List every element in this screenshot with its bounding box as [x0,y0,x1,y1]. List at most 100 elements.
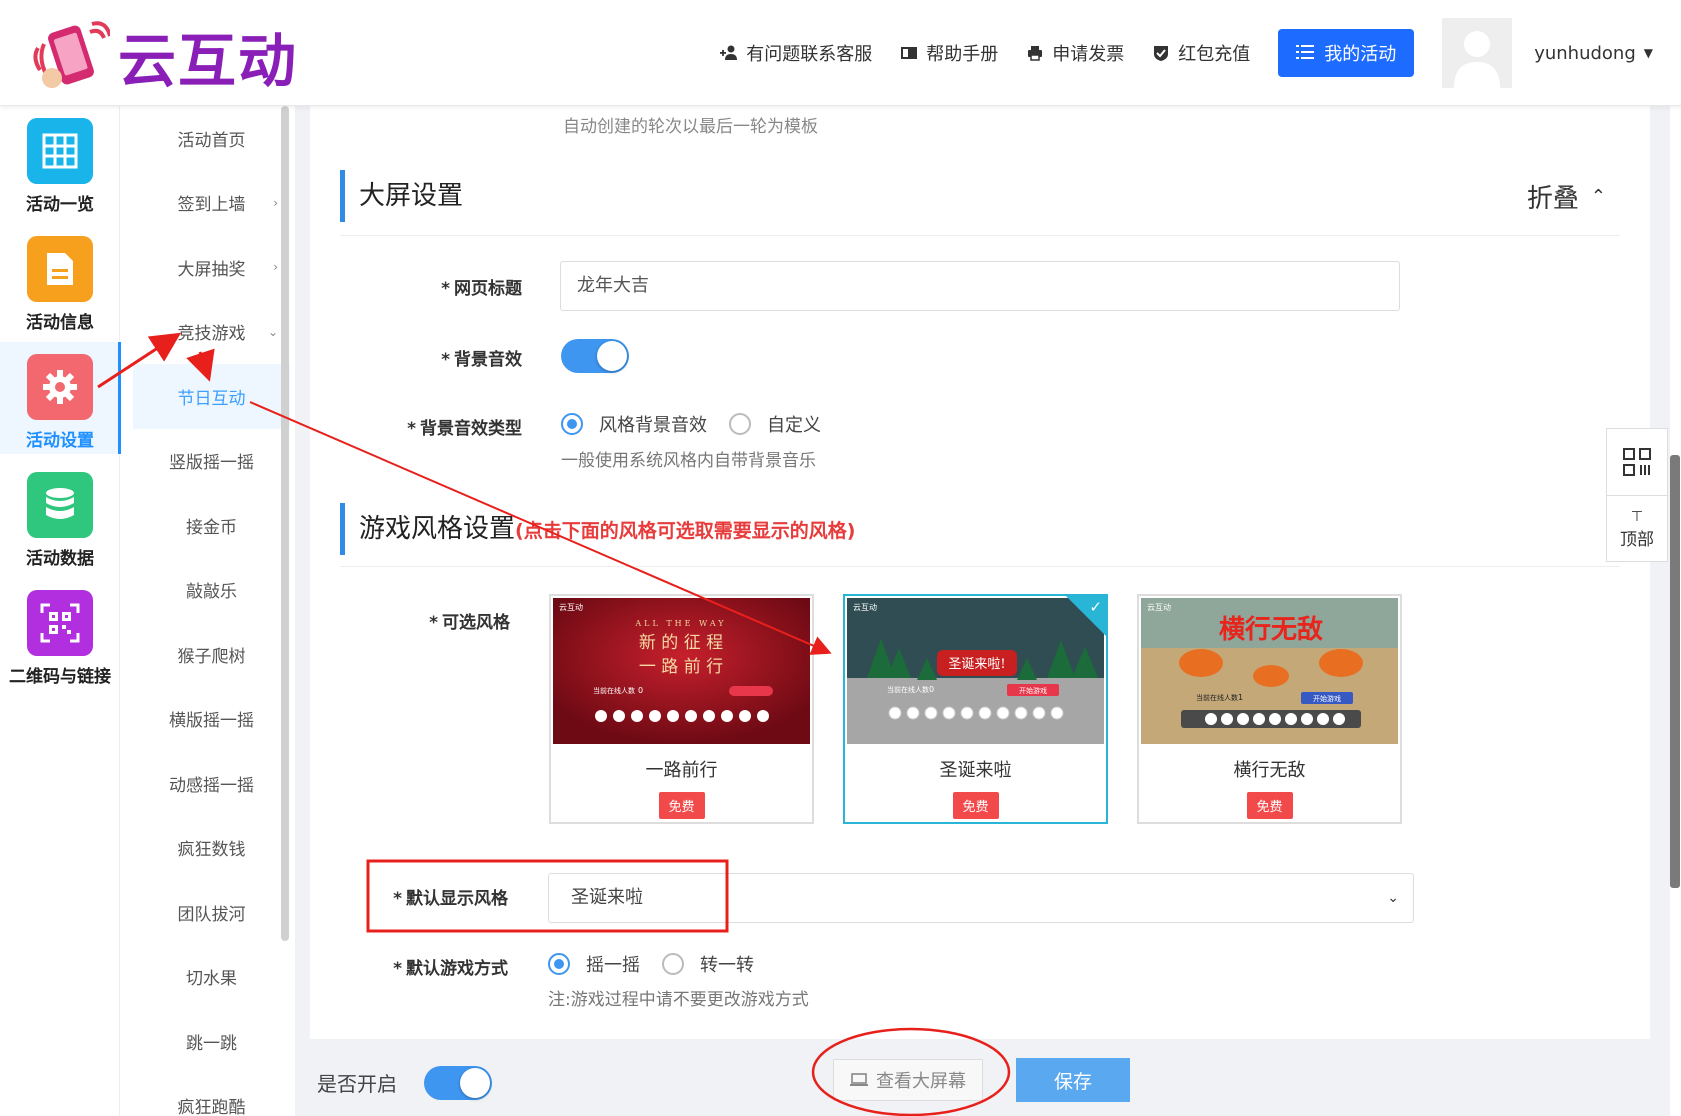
menu-label: 横版摇一摇 [169,711,254,732]
menu-item-games[interactable]: 竞技游戏 ⌄ [133,300,290,365]
menu-item-fruit[interactable]: 切水果 [133,945,290,1010]
menu-label: 竞技游戏 [177,324,246,345]
menu-label: 敲敲乐 [186,582,237,603]
sub-menu: 活动首页 签到上墙 › 大屏抽奖 › 竞技游戏 ⌄ 节日互动 竖版摇一摇 接金币 敲敲… [133,106,290,1116]
menu-label: 疯狂数钱 [177,840,246,861]
sidebar-label-overview: 活动一览 [26,195,94,215]
menu-item-monkey[interactable]: 猴子爬树 [133,622,290,687]
radio-shake[interactable] [548,953,570,975]
qrcode-icon [1623,448,1651,476]
menu-label: 疯狂跑酷 [177,1098,246,1116]
style-settings-title-text: 游戏风格设置 [359,514,516,544]
thumb-title-1: 横行无敌 [1219,614,1323,645]
menu-item-lottery[interactable]: 大屏抽奖 › [133,235,290,300]
save-button[interactable]: 保存 [1016,1058,1130,1102]
section-divider [340,235,1620,236]
toggle-knob [597,341,627,371]
username[interactable]: yunhudong [1534,43,1636,64]
menu-item-holiday[interactable]: 节日互动 [133,364,290,429]
chevron-right-icon: › [273,260,278,275]
help-manual-link[interactable]: 帮助手册 [900,40,998,66]
style-card-christmas[interactable]: 云互动 圣诞来啦! 当前在线人数 0 开始游戏 ✓ 圣诞来啦 免费 [843,594,1108,824]
thumb-logo: 云互动 [559,602,583,612]
default-style-select[interactable]: 圣诞来啦 ⌄ [548,873,1414,923]
chevron-up-icon: ⌃ [1590,186,1606,207]
view-screen-button[interactable]: 查看大屏幕 [833,1059,983,1101]
avatar[interactable] [1442,18,1513,88]
style-name: 圣诞来啦 [939,760,1012,781]
bg-music-type-label-text: 背景音效类型 [420,419,522,439]
menu-item-tug-of-war[interactable]: 团队拔河 [133,880,290,945]
chevron-down-icon: ⌄ [1387,890,1399,906]
menu-item-gold-coin[interactable]: 接金币 [133,493,290,558]
bg-music-label: * 背景音效 [441,350,522,370]
sidebar-label-info: 活动信息 [26,313,94,333]
menu-item-shake-horizontal[interactable]: 横版摇一摇 [133,687,290,752]
sidebar-item-settings[interactable]: 活动设置 [0,342,121,454]
arrow-up-icon: ⊤ [1630,509,1644,525]
back-to-top-button[interactable]: ⊤ 顶部 [1607,496,1667,563]
caret-down-icon[interactable]: ▼ [1644,46,1653,60]
screen-settings-title-text: 大屏设置 [359,181,464,211]
menu-label: 猴子爬树 [177,646,246,667]
menu-scrollbar[interactable] [281,106,289,941]
sidebar-item-data[interactable]: 活动数据 [0,460,120,572]
menu-label: 接金币 [186,517,237,538]
bg-music-hint: 一般使用系统风格内自带背景音乐 [561,451,816,471]
shield-check-icon [1152,44,1170,62]
radio-custom-music-label: 自定义 [767,415,821,436]
default-style-label-text: 默认显示风格 [406,889,508,909]
menu-item-jump[interactable]: 跳一跳 [133,1009,290,1074]
sidebar-item-overview[interactable]: 活动一览 [0,106,120,218]
game-mode-group: 摇一摇 转一转 [548,951,754,977]
invoice-link[interactable]: 申请发票 [1026,40,1124,66]
thumb-count: 0 [929,685,934,694]
enable-toggle[interactable] [424,1066,492,1100]
list-icon [1296,43,1315,64]
thumb-caption: ALL THE WAY [634,619,726,628]
game-mode-label-text: 默认游戏方式 [406,959,508,979]
my-activity-button[interactable]: 我的活动 [1278,29,1415,77]
sidebar-item-info[interactable]: 活动信息 [0,224,120,336]
radio-custom-music[interactable] [729,413,751,435]
menu-item-shake-vertical[interactable]: 竖版摇一摇 [133,429,290,494]
book-icon [900,44,918,62]
enable-label: 是否开启 [317,1072,397,1096]
monitor-icon [850,1073,868,1087]
style-card-crab[interactable]: 云互动 横行无敌 当前在线人数 1 开始游戏 横行无敌 免费 [1137,594,1402,824]
page-scrollbar[interactable] [1670,455,1680,888]
radio-rotate[interactable] [662,953,684,975]
gear-icon [27,354,93,420]
qrcode-icon [27,590,93,656]
menu-item-shake-dynamic[interactable]: 动感摇一摇 [133,751,290,816]
game-mode-label: * 默认游戏方式 [393,959,508,979]
contact-support-link[interactable]: 有问题联系客服 [720,40,872,66]
menu-item-checkin[interactable]: 签到上墙 › [133,171,290,236]
thumb-start-button: 开始游戏 [1313,694,1341,703]
bg-music-type-group: 风格背景音效 自定义 [561,411,821,437]
collapse-toggle[interactable]: 折叠 ⌃ [1527,178,1606,215]
page-title-input[interactable]: 龙年大吉 [560,261,1400,311]
document-icon [27,236,93,302]
radio-rotate-label: 转一转 [700,955,754,976]
menu-item-count-money[interactable]: 疯狂数钱 [133,816,290,881]
menu-item-parkour[interactable]: 疯狂跑酷 [133,1074,290,1116]
radio-style-music[interactable] [561,413,583,435]
style-name: 横行无敌 [1233,760,1306,781]
available-styles-label-text: 可选风格 [442,613,510,633]
sidebar-item-qrcode[interactable]: 二维码与链接 [0,578,120,690]
float-qrcode-button[interactable] [1607,429,1667,496]
menu-item-knock[interactable]: 敲敲乐 [133,558,290,623]
style-thumb-allway: 云互动 ALL THE WAY 新 的 征 程 一 路 前 行 当前在线人数 0 [553,598,810,744]
view-screen-label: 查看大屏幕 [876,1071,966,1092]
logo[interactable]: 云互动 [30,14,298,98]
top-header: 云互动 有问题联系客服 帮助手册 申请发票 红包充值 我的活动 yunhudon… [0,0,1681,106]
style-card-allway[interactable]: 云互动 ALL THE WAY 新 的 征 程 一 路 前 行 当前在线人数 0… [549,594,814,824]
thumb-title-2: 一 路 前 行 [639,657,723,677]
menu-item-home[interactable]: 活动首页 [133,106,290,171]
menu-label: 动感摇一摇 [169,775,254,796]
recharge-link[interactable]: 红包充值 [1152,40,1250,66]
bg-music-label-text: 背景音效 [454,350,522,370]
bg-music-toggle[interactable] [561,339,629,373]
radio-style-music-label: 风格背景音效 [599,415,707,436]
